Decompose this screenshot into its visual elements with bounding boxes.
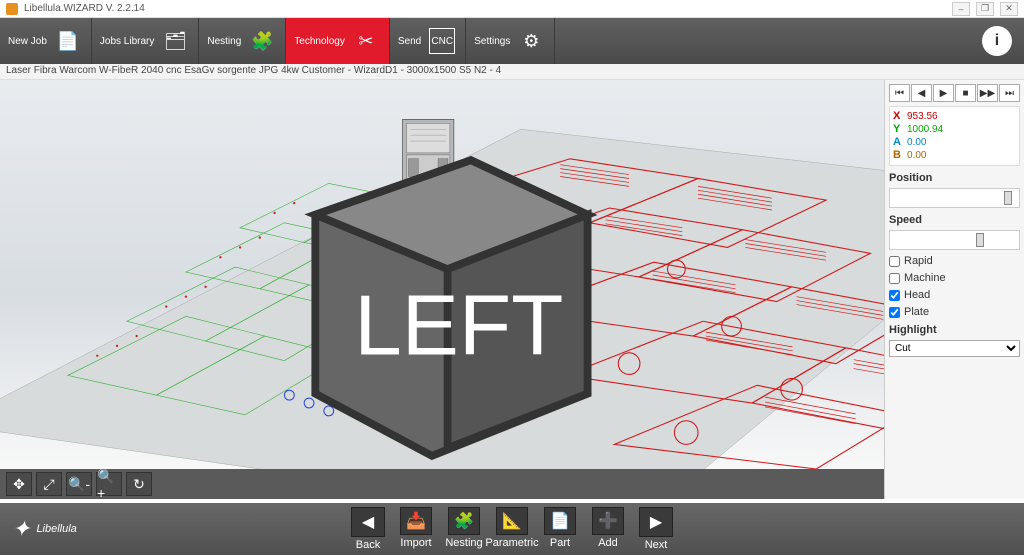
nesting-button[interactable]: 🧩Nesting	[443, 507, 485, 551]
ribbon-new-job[interactable]: New Job 📄	[0, 18, 92, 64]
simulation-viewport[interactable]: LEFT	[0, 80, 884, 469]
info-button[interactable]: i	[982, 26, 1012, 56]
ribbon-label: Settings	[474, 36, 510, 47]
add-button[interactable]: ➕Add	[587, 507, 629, 551]
close-button[interactable]: ✕	[1000, 2, 1018, 16]
back-button[interactable]: ◀Back	[347, 507, 389, 551]
ribbon-label: Send	[398, 36, 421, 47]
maximize-button[interactable]: ❐	[976, 2, 994, 16]
simulation-panel: ⏮ ◀ ▶ ■ ▶▶ ⏭ X953.56 Y1000.94 A0.00 B0.0…	[884, 80, 1024, 499]
minimize-button[interactable]: –	[952, 2, 970, 16]
nesting-icon: 🧩	[448, 507, 480, 535]
parametric-button[interactable]: 📐Parametric	[491, 507, 533, 551]
view-tools: ✥ ⤢ 🔍- 🔍+ ↻	[0, 469, 884, 499]
highlight-select[interactable]: Cut	[889, 340, 1020, 357]
view-cube[interactable]: LEFT	[0, 98, 874, 469]
zoom-in-tool[interactable]: 🔍+	[96, 472, 122, 496]
rapid-checkbox[interactable]: Rapid	[889, 255, 1020, 267]
speed-slider[interactable]	[889, 230, 1020, 250]
cnc-icon: CNC	[429, 28, 455, 54]
brand-logo: ✦ Libellula	[0, 516, 77, 542]
coord-b: 0.00	[907, 149, 926, 162]
machine-checkbox[interactable]: Machine	[889, 272, 1020, 284]
bottom-bar: ✦ Libellula ◀Back 📥Import 🧩Nesting 📐Para…	[0, 503, 1024, 555]
ribbon-technology[interactable]: Technology ✂	[286, 18, 390, 64]
pan-tool[interactable]: ✥	[6, 472, 32, 496]
prev-button[interactable]: ◀	[911, 84, 932, 102]
ribbon-label: New Job	[8, 36, 47, 47]
coord-a: 0.00	[907, 136, 926, 149]
import-button[interactable]: 📥Import	[395, 507, 437, 551]
main-ribbon: New Job 📄 Jobs Library 🗂 Nesting 🧩 Techn…	[0, 18, 1024, 64]
job-info-bar: Laser Fibra Warcom W-FibeR 2040 cnc EsaG…	[0, 64, 1024, 80]
ribbon-label: Jobs Library	[100, 36, 154, 47]
first-button[interactable]: ⏮	[889, 84, 910, 102]
part-button[interactable]: 📄Part	[539, 507, 581, 551]
ribbon-jobs-library[interactable]: Jobs Library 🗂	[92, 18, 199, 64]
fwd-button[interactable]: ▶▶	[977, 84, 998, 102]
chevron-right-icon: ▶	[639, 507, 673, 537]
last-button[interactable]: ⏭	[999, 84, 1020, 102]
add-icon: ➕	[592, 507, 624, 535]
plate-checkbox[interactable]: Plate	[889, 306, 1020, 318]
part-icon: 📄	[544, 507, 576, 535]
coord-x: 953.56	[907, 110, 938, 123]
position-slider[interactable]	[889, 188, 1020, 208]
stop-button[interactable]: ■	[955, 84, 976, 102]
app-logo-icon	[6, 3, 18, 15]
zoom-out-tool[interactable]: 🔍-	[66, 472, 92, 496]
ribbon-label: Technology	[294, 36, 345, 47]
gear-icon: ⚙	[518, 28, 544, 54]
play-button[interactable]: ▶	[933, 84, 954, 102]
next-button[interactable]: ▶Next	[635, 507, 677, 551]
nesting-icon: 🧩	[249, 28, 275, 54]
library-icon: 🗂	[162, 28, 188, 54]
ribbon-nesting[interactable]: Nesting 🧩	[199, 18, 286, 64]
ribbon-settings[interactable]: Settings ⚙	[466, 18, 555, 64]
dragonfly-icon: ✦	[12, 516, 30, 542]
titlebar: Libellula.WIZARD V. 2.2.14 – ❐ ✕	[0, 0, 1024, 18]
import-icon: 📥	[400, 507, 432, 535]
ribbon-label: Nesting	[207, 36, 241, 47]
speed-label: Speed	[889, 214, 1020, 226]
coordinates-readout: X953.56 Y1000.94 A0.00 B0.00	[889, 106, 1020, 166]
ribbon-send[interactable]: Send CNC	[390, 18, 466, 64]
chevron-left-icon: ◀	[351, 507, 385, 537]
file-icon: 📄	[55, 28, 81, 54]
position-label: Position	[889, 172, 1020, 184]
reset-view-tool[interactable]: ↻	[126, 472, 152, 496]
highlight-label: Highlight	[889, 324, 1020, 336]
scissors-icon: ✂	[353, 28, 379, 54]
playback-controls: ⏮ ◀ ▶ ■ ▶▶ ⏭	[889, 84, 1020, 102]
window-title: Libellula.WIZARD V. 2.2.14	[24, 3, 946, 14]
fit-tool[interactable]: ⤢	[36, 472, 62, 496]
svg-text:LEFT: LEFT	[354, 279, 563, 374]
head-checkbox[interactable]: Head	[889, 289, 1020, 301]
coord-y: 1000.94	[907, 123, 943, 136]
parametric-icon: 📐	[496, 507, 528, 535]
